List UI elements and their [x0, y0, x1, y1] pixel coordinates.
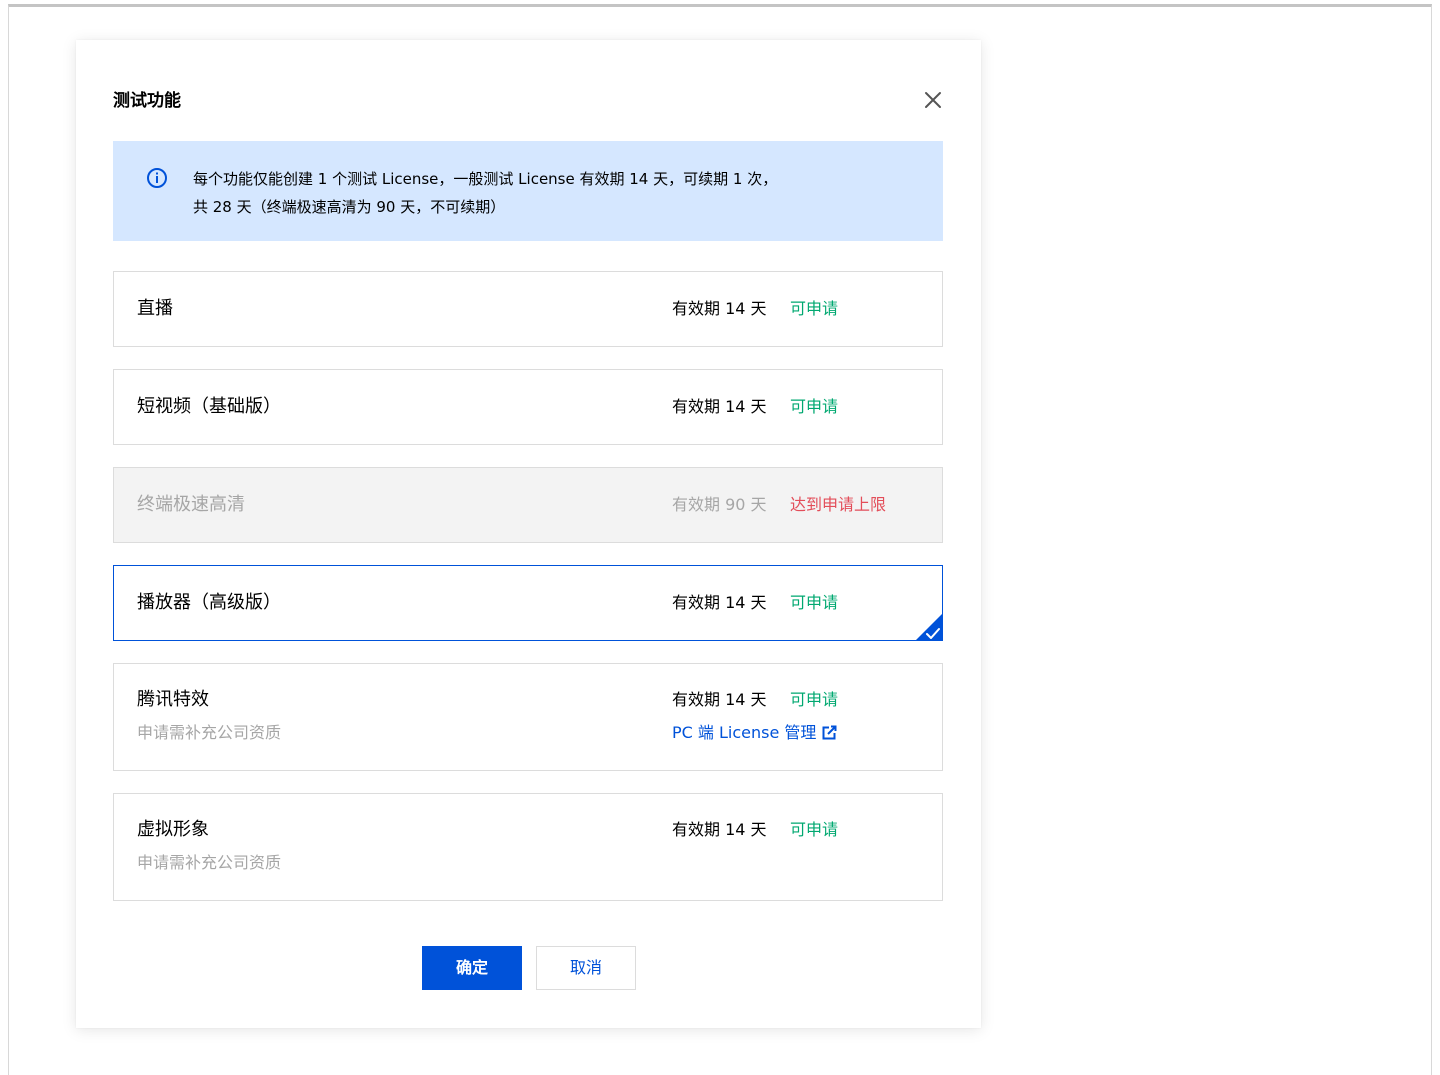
feature-option-virtual-avatar[interactable]: 虚拟形象 申请需补充公司资质 有效期 14 天 可申请 — [113, 793, 943, 901]
selected-check-icon — [915, 613, 943, 641]
pc-license-management-link-label: PC 端 License 管理 — [672, 723, 817, 742]
feature-option-terminal-hd: 终端极速高清 有效期 90 天 达到申请上限 — [113, 467, 943, 543]
dialog-title: 测试功能 — [113, 91, 181, 111]
external-link-icon — [822, 724, 838, 746]
pc-license-management-link[interactable]: PC 端 License 管理 — [672, 722, 838, 746]
feature-name: 短视频（基础版） — [137, 396, 281, 417]
feature-validity: 有效期 14 天 — [672, 299, 767, 318]
feature-name: 播放器（高级版） — [137, 592, 281, 613]
notice-banner: 每个功能仅能创建 1 个测试 License，一般测试 License 有效期 … — [113, 141, 943, 241]
test-features-dialog: 测试功能 每个功能仅能创建 1 个测试 License，一般测试 License… — [76, 40, 981, 1028]
feature-option-short-video-basic[interactable]: 短视频（基础版） 有效期 14 天 可申请 — [113, 369, 943, 445]
notice-text: 每个功能仅能创建 1 个测试 License，一般测试 License 有效期 … — [193, 165, 893, 221]
feature-validity: 有效期 14 天 — [672, 820, 767, 839]
close-icon[interactable] — [921, 88, 945, 112]
feature-option-tencent-effects[interactable]: 腾讯特效 申请需补充公司资质 有效期 14 天 可申请 PC 端 License… — [113, 663, 943, 771]
feature-option-live[interactable]: 直播 有效期 14 天 可申请 — [113, 271, 943, 347]
notice-line-1: 每个功能仅能创建 1 个测试 License，一般测试 License 有效期 … — [193, 170, 778, 188]
notice-line-2: 共 28 天（终端极速高清为 90 天，不可续期） — [193, 198, 506, 216]
confirm-button[interactable]: 确定 — [422, 946, 522, 990]
feature-subtitle: 申请需补充公司资质 — [137, 853, 282, 872]
feature-status: 可申请 — [790, 593, 839, 612]
info-circle-icon — [146, 167, 168, 189]
feature-status: 可申请 — [790, 820, 839, 839]
feature-subtitle: 申请需补充公司资质 — [137, 723, 282, 742]
feature-validity: 有效期 14 天 — [672, 593, 767, 612]
feature-status: 可申请 — [790, 299, 839, 318]
feature-name: 腾讯特效 — [137, 689, 209, 710]
feature-name: 虚拟形象 — [137, 819, 209, 840]
feature-status: 可申请 — [790, 690, 839, 709]
feature-name: 直播 — [137, 298, 173, 319]
feature-validity: 有效期 14 天 — [672, 690, 767, 709]
feature-option-player-advanced[interactable]: 播放器（高级版） 有效期 14 天 可申请 — [113, 565, 943, 641]
feature-validity: 有效期 14 天 — [672, 397, 767, 416]
feature-name: 终端极速高清 — [137, 494, 245, 515]
cancel-button[interactable]: 取消 — [536, 946, 636, 990]
feature-status: 可申请 — [790, 397, 839, 416]
feature-status: 达到申请上限 — [790, 495, 887, 514]
feature-validity: 有效期 90 天 — [672, 495, 767, 514]
